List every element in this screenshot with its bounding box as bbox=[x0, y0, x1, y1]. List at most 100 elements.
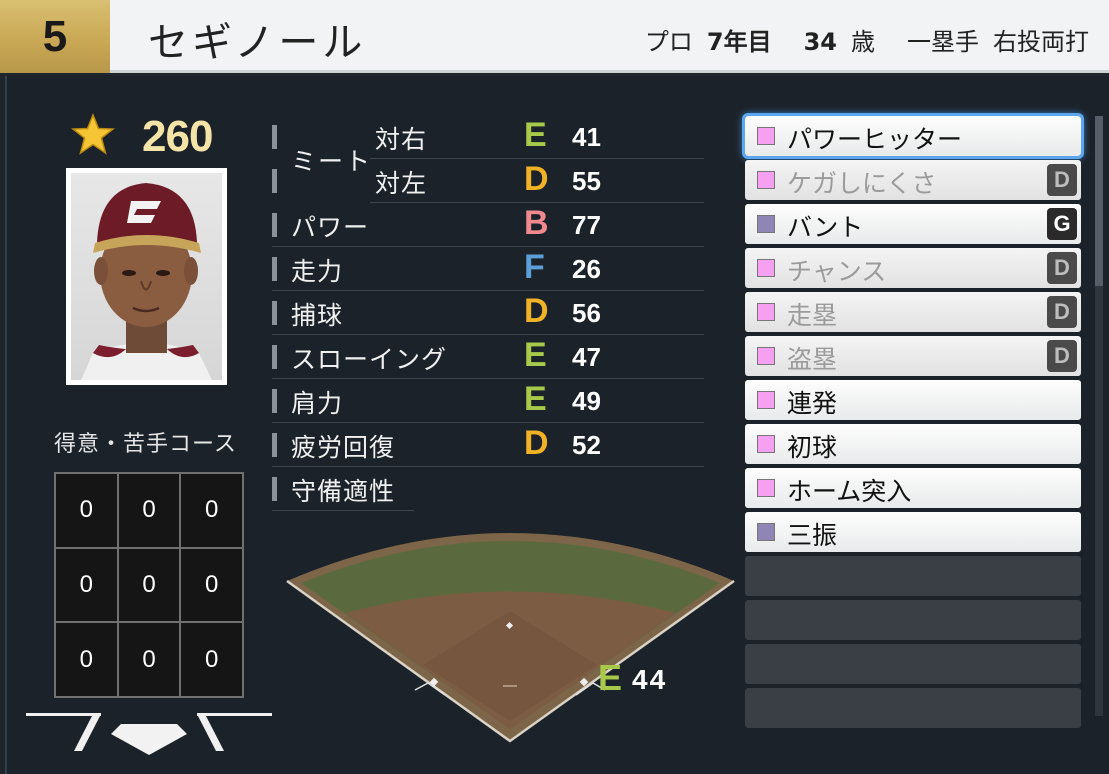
ability-item[interactable]: 連発 bbox=[745, 380, 1081, 420]
ability-item[interactable]: 初球 bbox=[745, 424, 1081, 464]
position: 一塁手 bbox=[907, 28, 979, 56]
stat-row-meet-right[interactable]: 対右 E 41 bbox=[370, 115, 704, 159]
ability-grade-badge: D bbox=[1047, 252, 1077, 284]
stat-row-arm[interactable]: 肩力 E 49 bbox=[272, 379, 704, 423]
ability-item[interactable]: ケガしにくさ D bbox=[745, 160, 1081, 200]
overall-rating: 260 bbox=[142, 112, 213, 161]
stat-row-catch[interactable]: 捕球 D 56 bbox=[272, 291, 704, 335]
ability-item[interactable]: 三振 bbox=[745, 512, 1081, 552]
zone-cell: 0 bbox=[181, 474, 242, 547]
stat-bar bbox=[272, 389, 277, 413]
player-face-image bbox=[81, 183, 212, 380]
home-plate-icon bbox=[111, 724, 187, 755]
hot-cold-zone-grid: 0 0 0 0 0 0 0 0 0 bbox=[54, 472, 244, 698]
ability-name: 走塁 bbox=[787, 301, 838, 330]
ability-item[interactable]: パワーヒッター bbox=[742, 113, 1084, 159]
ability-empty-slot bbox=[745, 688, 1081, 728]
stat-label: パワー bbox=[291, 213, 370, 242]
stat-row-speed[interactable]: 走力 F 26 bbox=[272, 247, 704, 291]
stat-label: 対右 bbox=[375, 125, 428, 154]
stat-row-throwing[interactable]: スローイング E 47 bbox=[272, 335, 704, 379]
zone-cell: 0 bbox=[181, 623, 242, 696]
stat-label: スローイング bbox=[291, 345, 448, 374]
uniform-number-box: 5 bbox=[0, 0, 110, 73]
stat-bar bbox=[272, 213, 277, 237]
ability-item[interactable]: バント G bbox=[745, 204, 1081, 244]
stat-row-defense[interactable]: 守備適性 bbox=[272, 467, 414, 511]
stat-value: 55 bbox=[572, 166, 601, 196]
player-info: プロ 7年目 34 歳 一塁手 右投両打 bbox=[645, 22, 1089, 57]
stat-row-recovery[interactable]: 疲労回復 D 52 bbox=[272, 423, 704, 467]
stat-label: 対左 bbox=[375, 169, 428, 198]
ability-empty-slot bbox=[745, 644, 1081, 684]
ability-item[interactable]: 盗塁 D bbox=[745, 336, 1081, 376]
pro-label: プロ bbox=[644, 28, 693, 56]
stat-label: 捕球 bbox=[291, 301, 344, 330]
stat-value: 52 bbox=[572, 430, 601, 460]
stat-row-meet-left[interactable]: 対左 D 55 bbox=[370, 159, 704, 203]
defense-value: 44 bbox=[632, 664, 668, 695]
abilities-scrollbar-thumb[interactable] bbox=[1095, 116, 1103, 286]
stat-value: 49 bbox=[572, 386, 601, 416]
ability-grade-badge: G bbox=[1047, 208, 1077, 240]
ability-type-square-icon bbox=[757, 479, 775, 497]
zone-cell: 0 bbox=[56, 474, 117, 547]
ability-type-square-icon bbox=[757, 347, 775, 365]
ability-name: 三振 bbox=[787, 521, 838, 550]
ability-item[interactable]: チャンス D bbox=[745, 248, 1081, 288]
age-unit: 歳 bbox=[851, 28, 875, 56]
zone-cell: 0 bbox=[56, 548, 117, 622]
player-name: セギノール bbox=[148, 20, 367, 66]
ability-name: ケガしにくさ bbox=[787, 169, 937, 198]
stat-bar bbox=[272, 345, 277, 369]
zone-cell: 0 bbox=[56, 623, 117, 696]
stat-grade: D bbox=[524, 292, 549, 330]
ability-name: 連発 bbox=[787, 389, 838, 418]
throw-bat: 右投両打 bbox=[993, 28, 1089, 56]
ability-name: ホーム突入 bbox=[787, 477, 912, 506]
stat-row-power[interactable]: パワー B 77 bbox=[272, 203, 704, 247]
ability-type-square-icon bbox=[757, 215, 775, 233]
abilities-list: パワーヒッター ケガしにくさ D バント G チャンス D 走塁 D 盗塁 D 連発初球ホーム突入三振 bbox=[742, 113, 1084, 732]
ability-name: パワーヒッター bbox=[787, 125, 963, 154]
ability-type-square-icon bbox=[757, 303, 775, 321]
stat-grade: D bbox=[524, 424, 549, 462]
ability-grade-badge: D bbox=[1047, 340, 1077, 372]
zone-cell: 0 bbox=[118, 548, 180, 622]
ability-grade-badge: D bbox=[1047, 296, 1077, 328]
stat-bar bbox=[272, 125, 277, 149]
ability-type-square-icon bbox=[757, 523, 775, 541]
course-title: 得意・苦手コース bbox=[54, 432, 237, 457]
zone-cell: 0 bbox=[118, 623, 180, 696]
zone-cell: 0 bbox=[118, 474, 180, 547]
pro-years: 7年目 bbox=[706, 28, 772, 56]
stat-grade: E bbox=[524, 116, 547, 154]
zone-cell: 0 bbox=[181, 548, 242, 622]
ability-item[interactable]: 走塁 D bbox=[745, 292, 1081, 332]
stat-label: 守備適性 bbox=[291, 477, 396, 506]
stat-bar bbox=[272, 433, 277, 457]
player-header: 5 セギノール プロ 7年目 34 歳 一塁手 右投両打 bbox=[0, 0, 1109, 73]
meet-label: ミート bbox=[291, 147, 373, 176]
stat-value: 77 bbox=[572, 210, 601, 240]
ability-item[interactable]: ホーム突入 bbox=[745, 468, 1081, 508]
ability-name: チャンス bbox=[787, 257, 887, 286]
ability-type-square-icon bbox=[757, 391, 775, 409]
ability-type-square-icon bbox=[757, 171, 775, 189]
stat-grade: F bbox=[524, 248, 545, 286]
ability-name: 盗塁 bbox=[787, 345, 838, 374]
stat-bar bbox=[272, 257, 277, 281]
stat-grade: B bbox=[524, 204, 549, 242]
stat-label: 疲労回復 bbox=[291, 433, 396, 462]
stat-bar bbox=[272, 169, 277, 193]
ability-type-square-icon bbox=[757, 259, 775, 277]
stat-value: 26 bbox=[572, 254, 601, 284]
star-icon bbox=[71, 113, 115, 155]
player-portrait bbox=[66, 168, 227, 385]
stat-grade: E bbox=[524, 336, 547, 374]
stat-grade: D bbox=[524, 160, 549, 198]
ability-empty-slot bbox=[745, 556, 1081, 596]
ability-grade-badge: D bbox=[1047, 164, 1077, 196]
stat-bar bbox=[272, 477, 277, 501]
stat-label: 肩力 bbox=[291, 389, 344, 418]
